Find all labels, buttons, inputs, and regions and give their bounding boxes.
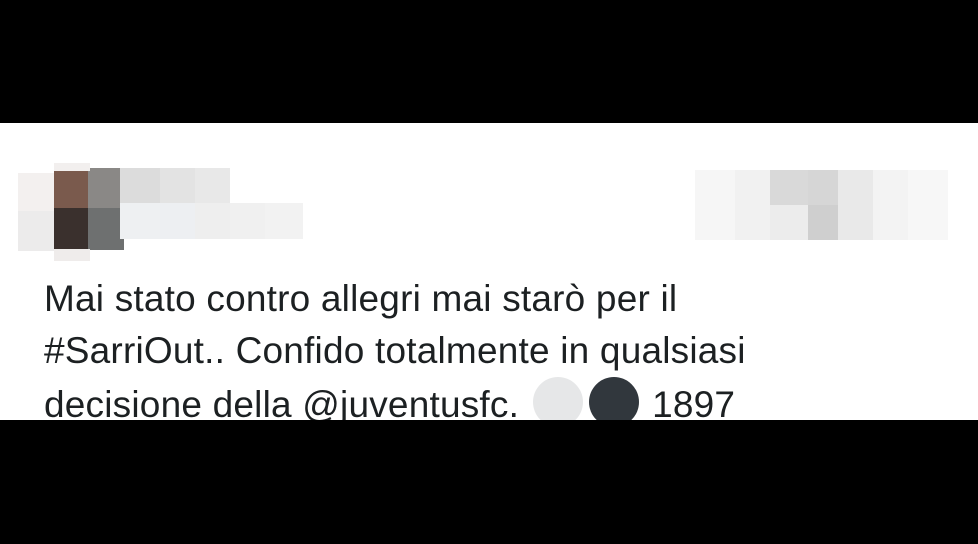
tweet-card: Mai stato contro allegri mai starò per i… [0, 123, 978, 420]
tweet-text: Mai stato contro allegri mai starò per i… [44, 273, 944, 420]
author-name-pixelated[interactable] [120, 168, 305, 243]
tweet-text-line-3-suffix: 1897 [652, 384, 736, 420]
letterbox-bottom [0, 420, 978, 544]
letterbox-top [0, 0, 978, 123]
tweet-text-line-2: #SarriOut.. Confido totalmente in qualsi… [44, 330, 746, 371]
white-circle-icon [532, 377, 583, 420]
tweet-meta-pixelated [695, 165, 955, 243]
tweet-text-line-3: decisione della @juventusfc. 1897 [44, 377, 944, 420]
black-circle-icon [588, 377, 639, 420]
tweet-text-line-3-prefix: decisione della @juventusfc. [44, 384, 520, 420]
tweet-text-line-1: Mai stato contro allegri mai starò per i… [44, 278, 678, 319]
